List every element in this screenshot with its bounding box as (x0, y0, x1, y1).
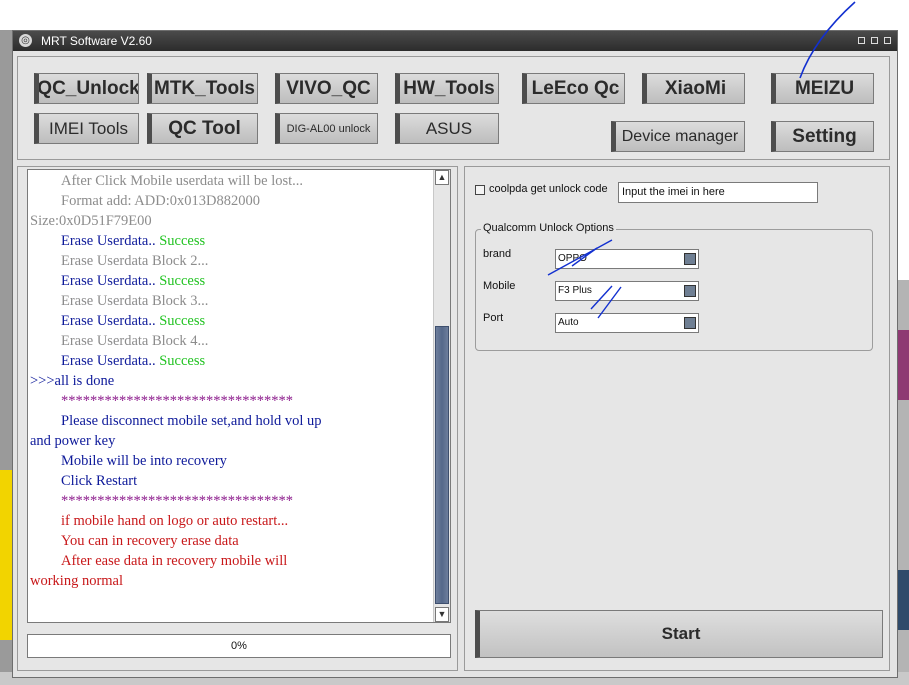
log-line-text: Erase Userdata.. (61, 353, 160, 369)
leeco-qc-button[interactable]: LeEco Qc (522, 73, 625, 104)
imei-input[interactable]: Input the imei in here (618, 182, 818, 203)
desktop-background-right-purple (898, 330, 909, 400)
log-line-status: Success (159, 353, 206, 369)
log-line: After ease data in recovery mobile will (30, 551, 432, 571)
brand-select[interactable]: OPPO (555, 249, 699, 269)
log-line-text: Please disconnect mobile set,and hold vo… (61, 413, 322, 429)
port-label: Port (483, 312, 504, 324)
log-line: Size:0x0D51F79E00 (30, 211, 432, 231)
device-manager-button[interactable]: Device manager (611, 121, 745, 152)
log-line-text: You can in recovery erase data (61, 533, 239, 549)
log-line-text: After ease data in recovery mobile will (61, 553, 288, 569)
log-line-text: working normal (30, 573, 124, 589)
meizu-button[interactable]: MEIZU (771, 73, 874, 104)
log-line-text: ******************************** (61, 493, 293, 509)
dig-al00-unlock-button[interactable]: DIG-AL00 unlock (275, 113, 378, 144)
dropdown-arrow-icon[interactable] (684, 285, 696, 297)
app-window: ◎ MRT Software V2.60 QC_Unlock MTK_Tools… (12, 30, 898, 678)
dropdown-arrow-icon[interactable] (684, 253, 696, 265)
log-line: if mobile hand on logo or auto restart..… (30, 511, 432, 531)
log-line-text: Erase Userdata.. (61, 313, 160, 329)
log-line: ******************************** (30, 491, 432, 511)
progress-text: 0% (231, 640, 247, 652)
log-line: Please disconnect mobile set,and hold vo… (30, 411, 432, 431)
log-line: Erase Userdata Block 2... (30, 251, 432, 271)
log-line-text: After Click Mobile userdata will be lost… (61, 173, 304, 189)
qc-unlock-button[interactable]: QC_Unlock (34, 73, 139, 104)
log-line: Mobile will be into recovery (30, 451, 432, 471)
group-title: Qualcomm Unlock Options (481, 222, 616, 234)
log-line-text: Erase Userdata Block 3... (61, 293, 209, 309)
qc-tool-button[interactable]: QC Tool (147, 113, 258, 144)
log-panel: After Click Mobile userdata will be lost… (17, 166, 458, 671)
log-line-text: Size:0x0D51F79E00 (30, 213, 152, 229)
log-line: Format add: ADD:0x013D882000 (30, 191, 432, 211)
minimize-icon[interactable] (858, 37, 865, 44)
setting-button[interactable]: Setting (771, 121, 874, 152)
mobile-label: Mobile (483, 280, 516, 292)
log-line-status: Success (159, 233, 206, 249)
log-output[interactable]: After Click Mobile userdata will be lost… (27, 169, 451, 623)
log-line-status: Success (159, 313, 206, 329)
log-line-text: Erase Userdata.. (61, 233, 160, 249)
port-value: Auto (558, 317, 579, 328)
log-line: >>>all is done (30, 371, 432, 391)
scroll-thumb[interactable] (435, 326, 449, 604)
mobile-value: F3 Plus (558, 285, 592, 296)
start-button[interactable]: Start (475, 610, 883, 658)
log-line-text: Erase Userdata Block 4... (61, 333, 209, 349)
log-line-text: Mobile will be into recovery (61, 453, 227, 469)
port-select[interactable]: Auto (555, 313, 699, 333)
close-icon[interactable] (884, 37, 891, 44)
log-line: Erase Userdata.. Success (30, 271, 432, 291)
maximize-icon[interactable] (871, 37, 878, 44)
progress-bar: 0% (27, 634, 451, 658)
scroll-down-icon[interactable]: ▼ (435, 607, 449, 622)
asus-button[interactable]: ASUS (395, 113, 499, 144)
log-line-text: Format add: ADD:0x013D882000 (61, 193, 260, 209)
coolpad-checkbox[interactable] (475, 185, 485, 195)
vivo-qc-button[interactable]: VIVO_QC (275, 73, 378, 104)
log-line: Erase Userdata.. Success (30, 231, 432, 251)
log-line-status: Success (159, 273, 206, 289)
log-line: Erase Userdata Block 3... (30, 291, 432, 311)
hw-tools-button[interactable]: HW_Tools (395, 73, 499, 104)
app-logo-icon: ◎ (19, 34, 32, 47)
brand-value: OPPO (558, 253, 587, 264)
qualcomm-unlock-options-group: Qualcomm Unlock Options brand OPPO Mobil… (475, 222, 873, 351)
xiaomi-button[interactable]: XiaoMi (642, 73, 745, 104)
log-line-text: >>>all is done (30, 373, 115, 389)
dropdown-arrow-icon[interactable] (684, 317, 696, 329)
log-line-text: Erase Userdata Block 2... (61, 253, 209, 269)
log-line: Click Restart (30, 471, 432, 491)
log-line: ******************************** (30, 391, 432, 411)
desktop-background-left-yellow (0, 470, 12, 640)
log-line: working normal (30, 571, 432, 591)
tool-button-panel: QC_Unlock MTK_Tools VIVO_QC HW_Tools LeE… (17, 56, 890, 160)
desktop-background-right-blue (898, 570, 909, 630)
log-line: and power key (30, 431, 432, 451)
options-panel: coolpda get unlock code Input the imei i… (464, 166, 890, 671)
title-bar[interactable]: ◎ MRT Software V2.60 (13, 31, 897, 51)
log-line: After Click Mobile userdata will be lost… (30, 171, 432, 191)
log-line: You can in recovery erase data (30, 531, 432, 551)
log-line: Erase Userdata.. Success (30, 311, 432, 331)
brand-label: brand (483, 248, 512, 260)
mtk-tools-button[interactable]: MTK_Tools (147, 73, 258, 104)
log-line-text: ******************************** (61, 393, 293, 409)
scroll-up-icon[interactable]: ▲ (435, 170, 449, 185)
window-title: MRT Software V2.60 (41, 34, 152, 48)
log-line: Erase Userdata.. Success (30, 351, 432, 371)
log-line-text: if mobile hand on logo or auto restart..… (61, 513, 289, 529)
log-line-text: Click Restart (61, 473, 138, 489)
mobile-select[interactable]: F3 Plus (555, 281, 699, 301)
log-lines: After Click Mobile userdata will be lost… (30, 171, 432, 591)
log-line-text: and power key (30, 433, 116, 449)
coolpad-checkbox-label[interactable]: coolpda get unlock code (489, 183, 608, 195)
log-line-text: Erase Userdata.. (61, 273, 160, 289)
imei-tools-button[interactable]: IMEI Tools (34, 113, 139, 144)
log-scrollbar[interactable]: ▲ ▼ (433, 170, 450, 622)
log-line: Erase Userdata Block 4... (30, 331, 432, 351)
